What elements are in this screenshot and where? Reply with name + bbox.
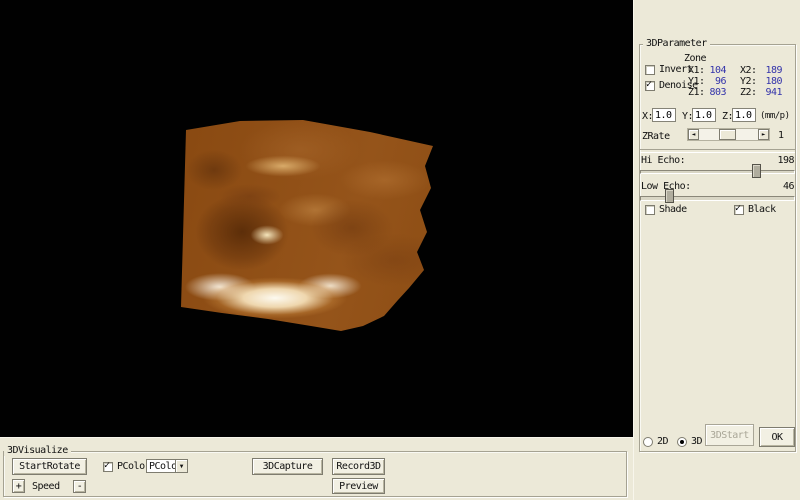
hi-echo-label: Hi Echo: <box>641 155 686 166</box>
zrate-scroll-left-button[interactable]: ◄ <box>688 129 699 140</box>
visualize-group-title: 3DVisualize <box>4 445 71 456</box>
mode-2d-label: 2D <box>657 436 669 447</box>
separator <box>640 149 795 153</box>
start3d-button[interactable]: 3DStart <box>705 424 754 446</box>
hi-echo-slider-thumb[interactable] <box>752 164 761 178</box>
render-viewport[interactable] <box>0 0 633 437</box>
minus-icon: - <box>76 481 83 492</box>
ultrasound-3d-app: 3DParameter Invert ✓ Denoise Zone X1: 10… <box>0 0 800 500</box>
zone-z1-value: 803 <box>709 87 726 98</box>
parameter-panel: 3DParameter Invert ✓ Denoise Zone X1: 10… <box>633 0 800 500</box>
scroll-left-icon: ◄ <box>691 131 696 138</box>
pcolor-dropdown[interactable]: PColor ▼ <box>146 459 188 473</box>
param-group-title: 3DParameter <box>643 38 710 49</box>
zone-y1-value: 96 <box>714 76 727 87</box>
zone-y2-value: 180 <box>765 76 782 87</box>
scale-y-input[interactable] <box>692 108 716 122</box>
mode-3d-label: 3D <box>691 436 703 447</box>
zrate-scroll-right-button[interactable]: ► <box>758 129 769 140</box>
checkmark-icon: ✓ <box>104 459 111 471</box>
speed-minus-button[interactable]: - <box>73 480 86 493</box>
zrate-scroll-thumb[interactable] <box>719 129 736 140</box>
zone-x1-value: 104 <box>709 65 726 76</box>
mode-2d-radio-circle <box>643 436 653 447</box>
low-echo-slider-thumb[interactable] <box>665 189 674 203</box>
scale-unit-label: (mm/p) <box>760 111 790 121</box>
checkmark-icon: ✓ <box>735 202 742 214</box>
scale-z-input[interactable] <box>732 108 756 122</box>
scale-x-input[interactable] <box>652 108 676 122</box>
pcolor-checkbox-box: ✓ <box>103 459 113 472</box>
shade-label: Shade <box>659 204 687 215</box>
zrate-value: 1 <box>778 130 784 141</box>
zrate-label: ZRate <box>642 131 670 142</box>
black-checkbox[interactable]: ✓ Black <box>734 202 776 215</box>
scroll-right-icon: ► <box>761 131 766 138</box>
mode-3d-radio-circle <box>677 436 687 447</box>
mode-2d-radio[interactable]: 2D <box>643 436 669 447</box>
zone-label: Zone <box>684 53 707 64</box>
checkmark-icon: ✓ <box>646 78 653 90</box>
ok-button-label: OK <box>771 431 783 443</box>
pcolor-checkbox[interactable]: ✓ PColor <box>103 459 151 472</box>
pcolor-dropdown-button[interactable]: ▼ <box>175 460 187 472</box>
zone-z2-value: 941 <box>765 87 782 98</box>
preview-button-label: Preview <box>339 480 378 492</box>
param-groupbox: Invert ✓ Denoise Zone X1: 104 X2: 189 Y1… <box>639 44 796 452</box>
record3d-button[interactable]: Record3D <box>332 458 385 475</box>
mode-3d-radio[interactable]: 3D <box>677 436 703 447</box>
black-checkbox-box: ✓ <box>734 202 744 215</box>
capture3d-button[interactable]: 3DCapture <box>252 458 323 475</box>
start-rotate-button[interactable]: StartRotate <box>12 458 87 475</box>
ok-button[interactable]: OK <box>759 427 795 447</box>
capture3d-button-label: 3DCapture <box>262 461 313 472</box>
shade-checkbox[interactable]: Shade <box>645 204 687 215</box>
start3d-button-label: 3DStart <box>710 429 749 441</box>
speed-label: Speed <box>32 481 60 492</box>
hi-echo-slider-track[interactable] <box>640 170 795 174</box>
zrate-scrollbar[interactable]: ◄ ► <box>687 128 770 141</box>
record3d-button-label: Record3D <box>336 461 381 472</box>
black-label: Black <box>748 204 776 215</box>
zone-x2-value: 189 <box>765 65 782 76</box>
invert-checkbox-box <box>645 64 655 75</box>
denoise-checkbox-box: ✓ <box>645 78 655 91</box>
shade-checkbox-box <box>645 204 655 215</box>
ultrasound-volume-render <box>181 120 433 331</box>
low-echo-slider-track[interactable] <box>640 196 795 201</box>
start-rotate-button-label: StartRotate <box>19 461 80 472</box>
visualize-panel: 3DVisualize StartRotate + Speed - ✓ PCol… <box>0 437 633 500</box>
pcolor-dropdown-value: PColor <box>149 460 175 472</box>
plus-icon: + <box>15 480 22 492</box>
speed-plus-button[interactable]: + <box>12 479 25 493</box>
preview-button[interactable]: Preview <box>332 478 385 494</box>
low-echo-value: 46 <box>782 181 795 192</box>
invert-checkbox[interactable]: Invert <box>645 64 693 75</box>
dropdown-arrow-icon: ▼ <box>179 462 184 470</box>
